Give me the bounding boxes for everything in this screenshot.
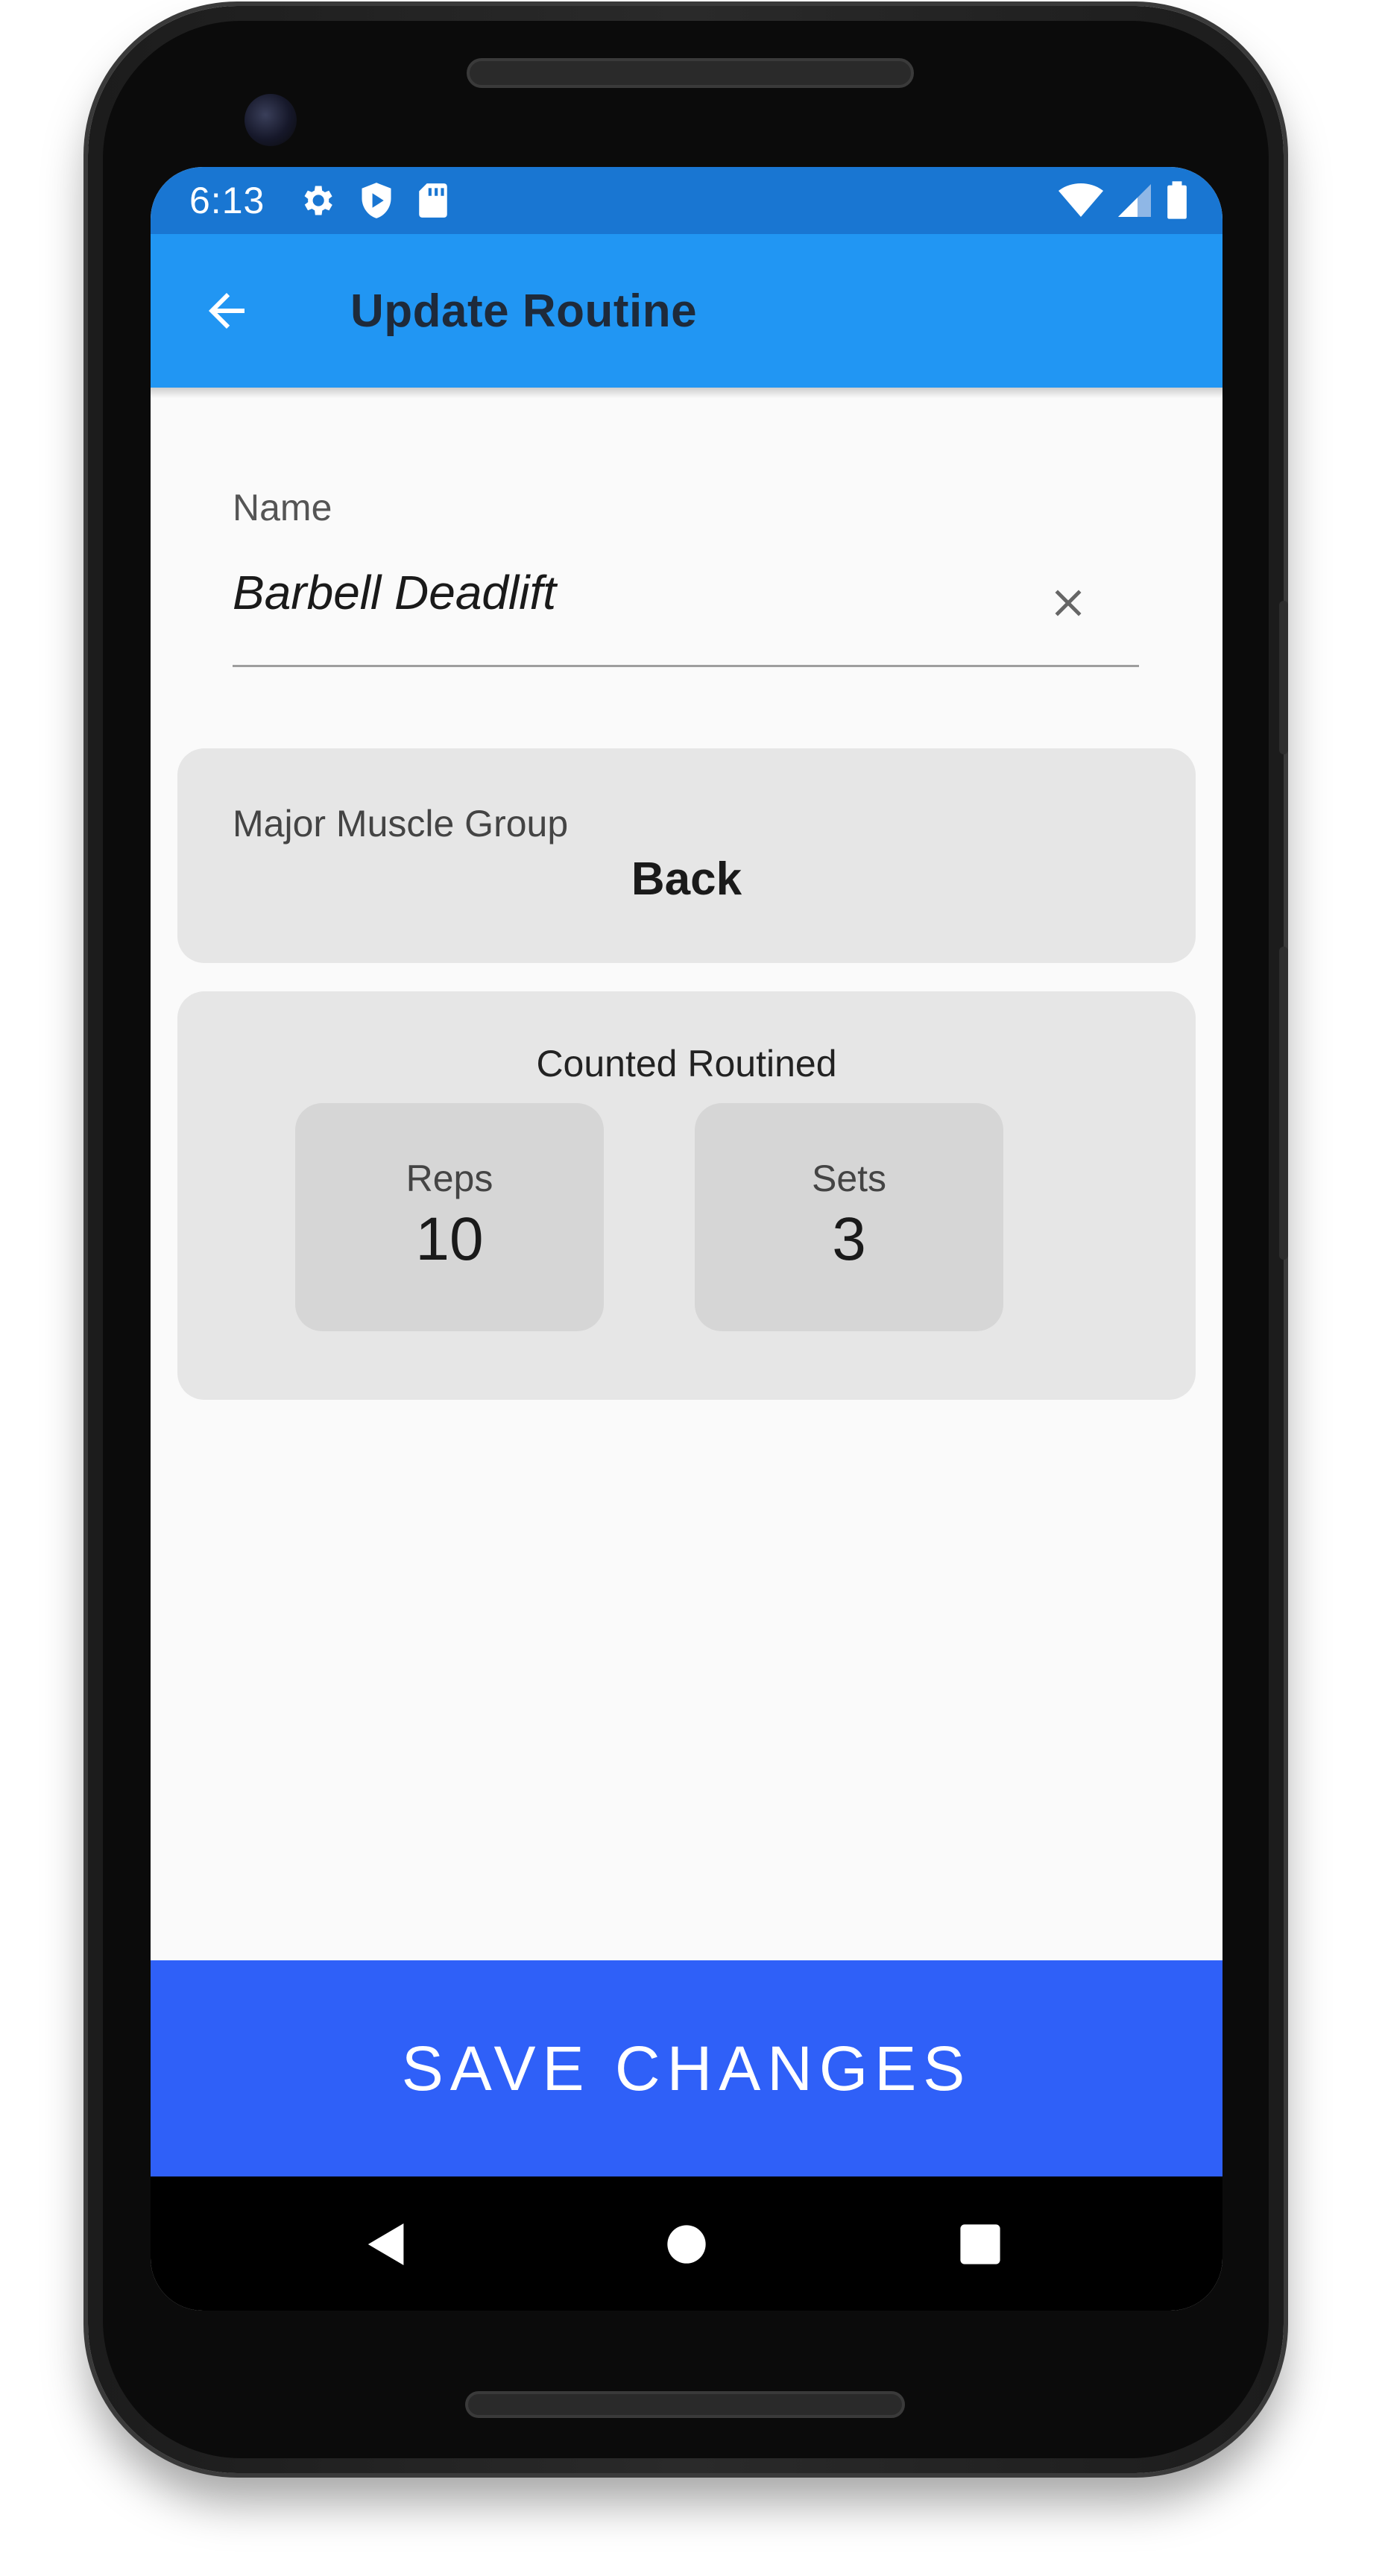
settings-icon xyxy=(297,181,336,220)
status-bar: 6:13 xyxy=(151,167,1222,234)
app-screen: 6:13 Update Routine Name Barbell Deadlif… xyxy=(151,167,1222,2311)
nav-back-icon[interactable] xyxy=(361,2218,413,2270)
top-speaker xyxy=(467,58,914,88)
status-icons-left xyxy=(297,181,449,220)
muscle-group-card[interactable]: Major Muscle Group Back xyxy=(177,748,1196,963)
reps-box[interactable]: Reps 10 xyxy=(295,1103,604,1331)
save-changes-button[interactable]: SAVE CHANGES xyxy=(151,1960,1222,2176)
front-camera xyxy=(244,94,297,146)
signal-icon xyxy=(1117,183,1152,218)
reps-value: 10 xyxy=(415,1205,484,1273)
page-title: Update Routine xyxy=(350,285,698,337)
name-field-label: Name xyxy=(233,487,332,528)
app-bar-shadow xyxy=(151,388,1222,398)
counted-routine-card: Counted Routined Reps 10 Sets 3 xyxy=(177,991,1196,1400)
close-icon[interactable] xyxy=(1041,575,1096,631)
nav-recent-apps-icon[interactable] xyxy=(954,2218,1006,2270)
wifi-icon xyxy=(1059,183,1103,218)
name-field-underline xyxy=(233,665,1139,667)
app-bar: Update Routine xyxy=(151,234,1222,388)
sets-value: 3 xyxy=(832,1205,866,1273)
volume-button xyxy=(1279,601,1288,754)
nav-home-icon[interactable] xyxy=(660,2218,713,2270)
sd-card-icon xyxy=(417,182,449,219)
navigation-bar xyxy=(151,2176,1222,2311)
arrow-back-icon[interactable] xyxy=(200,284,253,338)
sets-box[interactable]: Sets 3 xyxy=(695,1103,1003,1331)
power-button xyxy=(1279,947,1288,1260)
reps-label: Reps xyxy=(406,1158,493,1199)
sets-label: Sets xyxy=(811,1158,887,1199)
battery-icon xyxy=(1166,181,1188,220)
status-icons-right xyxy=(1059,181,1188,220)
counted-routine-title: Counted Routined xyxy=(536,1043,837,1085)
bottom-speaker xyxy=(465,2391,905,2418)
muscle-group-value: Back xyxy=(631,853,742,905)
muscle-group-label: Major Muscle Group xyxy=(233,803,569,845)
name-input[interactable] xyxy=(233,565,1015,620)
play-protect-icon xyxy=(359,181,394,220)
status-time: 6:13 xyxy=(189,180,265,221)
